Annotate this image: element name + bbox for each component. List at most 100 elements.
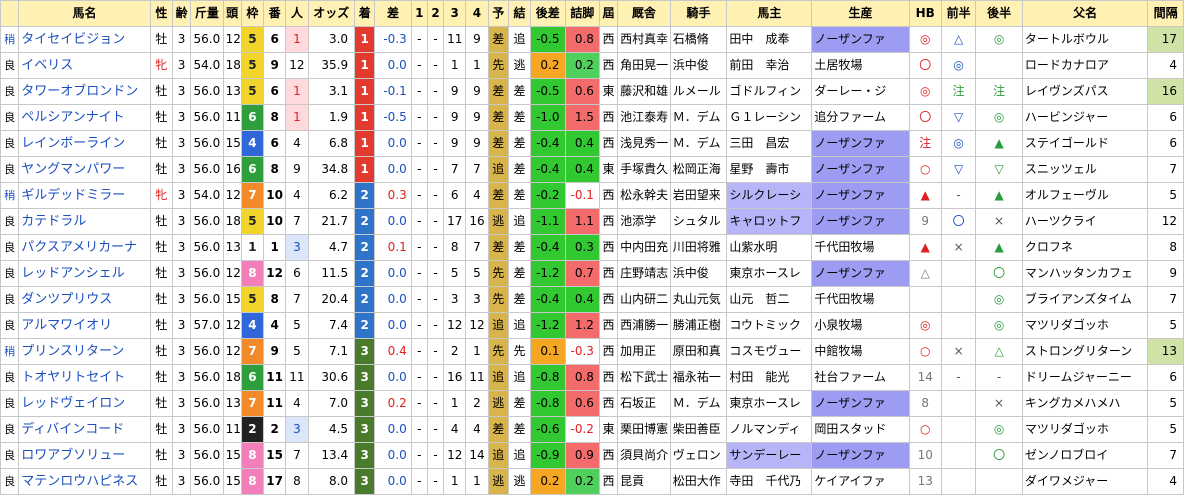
cell-yoso: 追 <box>487 156 509 183</box>
cell-c4: 9 <box>465 130 489 157</box>
table-row[interactable]: 良ディバインコード牡 3 56.0 11 2 2 3 4.5 3 0.0- -4 4 差差 -0.6 -0.… <box>0 416 1184 443</box>
cell-result: 追 <box>507 208 532 235</box>
header-cell[interactable]: 斤量 <box>190 0 224 27</box>
table-row[interactable]: 良ロワアブソリュー牡 3 56.0 15 8 15 7 13.4 3 0.0- -12 14 追追 -0.… <box>0 442 1184 469</box>
cell-yoso: 先 <box>487 338 509 365</box>
header-cell[interactable]: 厩舎 <box>617 0 671 27</box>
table-row[interactable]: 良レッドアンシェル牡 3 56.0 12 8 12 6 11.5 2 0.0- -5 5 先差 -1.2 0… <box>0 260 1184 287</box>
cell-name[interactable]: レインボーライン <box>18 130 151 157</box>
cell-owner: コスモヴュー <box>726 338 813 365</box>
cell-zh: × <box>940 338 977 365</box>
header-cell[interactable]: 後半 <box>975 0 1023 27</box>
cell-name[interactable]: アルマワイオリ <box>18 312 151 339</box>
cell-name[interactable]: ヤングマンパワー <box>18 156 151 183</box>
cell-name[interactable]: カテドラル <box>18 208 151 235</box>
header-cell[interactable]: オッズ <box>307 0 356 27</box>
cell-name[interactable]: レッドアンシェル <box>18 260 151 287</box>
header-cell[interactable]: 番 <box>263 0 287 27</box>
cell-fin: 1 <box>354 156 376 183</box>
cell-name[interactable]: ディバインコード <box>18 416 151 443</box>
cell-l3diff: -0.5 <box>530 78 566 105</box>
cell-sex: 牡 <box>149 26 174 53</box>
cell-c3: 1 <box>443 390 467 417</box>
cell-name[interactable]: タイセイビジョン <box>18 26 151 53</box>
header-cell[interactable]: 馬主 <box>726 0 813 27</box>
header-cell[interactable]: 前半 <box>940 0 977 27</box>
cell-c1: - <box>410 208 428 235</box>
header-cell[interactable]: 3 <box>443 0 467 27</box>
header-cell[interactable]: 間隔 <box>1147 0 1184 27</box>
cell-odds: 7.0 <box>307 390 356 417</box>
header-cell[interactable]: 屆 <box>598 0 619 27</box>
cell-c2: - <box>426 364 445 391</box>
cell-name[interactable]: イベリス <box>18 52 151 79</box>
header-cell[interactable]: 父名 <box>1021 0 1149 27</box>
table-row[interactable]: 良レッドヴェイロン牡 3 56.0 13 7 11 4 7.0 3 0.2- -1 2 逃差 -0.8 0.… <box>0 390 1184 417</box>
table-row[interactable]: 良マテンロウハピネス牡 3 56.0 15 8 17 8 8.0 3 0.0- -1 1 逃逃 0.2 0.… <box>0 468 1184 495</box>
cell-c4: 14 <box>465 442 489 469</box>
header-cell[interactable]: 馬名 <box>18 0 151 27</box>
table-row[interactable]: 稍ギルデッドミラー牝 3 54.0 12 7 10 4 6.2 2 0.3- -6 4 差差 -0.2 -0… <box>0 182 1184 209</box>
cell-tsume: 0.9 <box>564 442 600 469</box>
header-cell[interactable]: 結 <box>507 0 532 27</box>
cell-c1: - <box>410 286 428 313</box>
cell-name[interactable]: タワーオブロンドン <box>18 78 151 105</box>
table-row[interactable]: 稍プリンスリターン牡 3 56.0 12 7 9 5 7.1 3 0.4- -2 1 先先 0.1 -0.3… <box>0 338 1184 365</box>
cell-result: 逃 <box>507 52 532 79</box>
cell-c3: 8 <box>443 234 467 261</box>
header-cell[interactable]: 後差 <box>530 0 566 27</box>
table-row[interactable]: 良ダンツプリウス牡 3 56.0 15 5 8 7 20.4 2 0.0- -3 3 先差 -0.4 0.4… <box>0 286 1184 313</box>
header-cell[interactable]: 1 <box>410 0 428 27</box>
cell-name[interactable]: パクスアメリカーナ <box>18 234 151 261</box>
cell-pop: 9 <box>285 156 309 183</box>
table-row[interactable]: 稍タイセイビジョン牡 3 56.0 12 5 6 1 3.0 1 -0.3- -11 9 差追 -0.5 0… <box>0 26 1184 53</box>
cell-c2: - <box>426 234 445 261</box>
cell-fin: 3 <box>354 442 376 469</box>
cell-pop: 4 <box>285 182 309 209</box>
header-cell[interactable]: 差 <box>374 0 412 27</box>
cell-name[interactable]: ペルシアンナイト <box>18 104 151 131</box>
cell-zh: ▽ <box>940 156 977 183</box>
header-cell[interactable]: 性 <box>149 0 174 27</box>
table-row[interactable]: 良パクスアメリカーナ牡 3 56.0 13 1 1 3 4.7 2 0.1- -8 7 差差 -0.4 0.… <box>0 234 1184 261</box>
header-cell[interactable]: 着 <box>354 0 376 27</box>
cell-track: 稍 <box>0 182 20 209</box>
cell-name[interactable]: プリンスリターン <box>18 338 151 365</box>
header-cell[interactable]: 生産 <box>811 0 910 27</box>
table-row[interactable]: 良アルマワイオリ牡 3 57.0 12 4 4 5 7.4 2 0.0- -12 12 追追 -1.2 1.… <box>0 312 1184 339</box>
cell-name[interactable]: ギルデッドミラー <box>18 182 151 209</box>
cell-kh: ◎ <box>975 286 1023 313</box>
cell-breeder: ノーザンファ <box>811 26 910 53</box>
table-row[interactable]: 良レインボーライン牡 3 56.0 15 4 6 4 6.8 1 0.0- -9 9 差差 -0.4 0.4… <box>0 130 1184 157</box>
cell-wt: 56.0 <box>190 338 224 365</box>
header-cell[interactable]: 4 <box>465 0 489 27</box>
table-row[interactable]: 良カテドラル牡 3 56.0 18 5 10 7 21.7 2 0.0- -17 16 逃追 -1.1 1.… <box>0 208 1184 235</box>
header-cell[interactable]: 枠 <box>240 0 265 27</box>
header-cell[interactable]: 人 <box>285 0 309 27</box>
cell-name[interactable]: レッドヴェイロン <box>18 390 151 417</box>
table-row[interactable]: 良ヤングマンパワー牡 3 56.0 16 6 8 9 34.8 1 0.0- -7 7 追差 -0.4 0.… <box>0 156 1184 183</box>
header-cell[interactable]: 予 <box>487 0 509 27</box>
cell-name[interactable]: ダンツプリウス <box>18 286 151 313</box>
header-cell[interactable]: 齢 <box>171 0 192 27</box>
cell-name[interactable]: マテンロウハピネス <box>18 468 151 495</box>
cell-jockey: 松岡正海 <box>669 156 728 183</box>
table-row[interactable]: 良ペルシアンナイト牡 3 56.0 11 6 8 1 1.9 1 -0.5- -9 9 差差 -1.0 1.… <box>0 104 1184 131</box>
table-row[interactable]: 良トオヤリトセイト牡 3 56.0 18 6 11 11 30.6 3 0.0- -16 11 追追 -0… <box>0 364 1184 391</box>
table-row[interactable]: 良タワーオブロンドン牡 3 56.0 13 5 6 1 3.1 1 -0.1- -9 9 差差 -0.5 0… <box>0 78 1184 105</box>
cell-result: 差 <box>507 130 532 157</box>
cell-pop: 4 <box>285 390 309 417</box>
header-cell[interactable]: HB <box>908 0 942 27</box>
cell-name[interactable]: トオヤリトセイト <box>18 364 151 391</box>
header-cell[interactable]: 詰脚 <box>564 0 600 27</box>
header-cell[interactable]: 騎手 <box>669 0 728 27</box>
header-cell[interactable]: 頭 <box>222 0 242 27</box>
cell-trainer: 石坂正 <box>617 390 671 417</box>
header-cell[interactable]: 2 <box>426 0 445 27</box>
cell-region: 西 <box>598 338 619 365</box>
cell-waku: 6 <box>240 156 265 183</box>
cell-trainer: 山内研二 <box>617 286 671 313</box>
cell-c3: 17 <box>443 208 467 235</box>
table-row[interactable]: 良イベリス牝 3 54.0 18 5 9 12 35.9 1 0.0- -1 1 先逃 0.2 0.2 西角田… <box>0 52 1184 79</box>
cell-name[interactable]: ロワアブソリュー <box>18 442 151 469</box>
